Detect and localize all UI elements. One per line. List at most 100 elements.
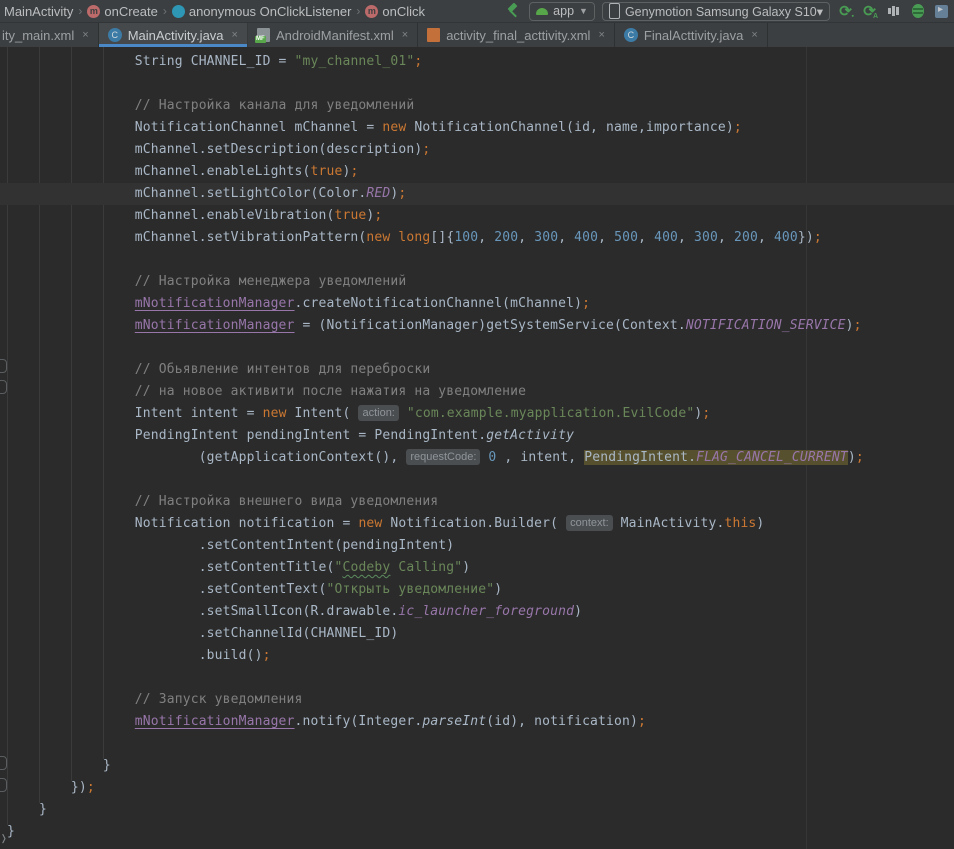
breadcrumb-label: onCreate: [104, 4, 157, 19]
run-configuration-select[interactable]: app ▼: [529, 2, 595, 21]
code-token: // Настройка менеджера уведомлений: [135, 274, 407, 289]
code-line: // на новое активити после нажатия на ув…: [0, 381, 954, 403]
apply-code-changes-button[interactable]: ⟳A: [861, 3, 878, 20]
code-token: // Запуск уведомления: [135, 692, 303, 707]
breadcrumb-separator-icon: ›: [355, 4, 361, 18]
code-line: (getApplicationContext(), requestCode: 0…: [0, 447, 954, 469]
debug-button[interactable]: [909, 3, 926, 20]
code-token: // Обьявление интентов для переброски: [135, 362, 431, 377]
code-token: ;: [856, 450, 864, 465]
code-token: ;: [263, 648, 271, 663]
editor-tab[interactable]: C FinalActtivity.java ×: [615, 23, 768, 47]
code-token: Notification.Builder(: [382, 516, 566, 531]
code-token: // на новое активити после нажатия на ув…: [135, 384, 526, 399]
code-line: // Настройка канала для уведомлений: [0, 95, 954, 117]
code-editor[interactable]: ❭ String CHANNEL_ID = "my_channel_01"; /…: [0, 47, 954, 849]
code-token: }): [71, 780, 87, 795]
code-token: long: [398, 230, 430, 245]
code-token: ): [462, 560, 470, 575]
device-label: Genymotion Samsung Galaxy S10▾: [625, 4, 823, 19]
class-file-icon: C: [624, 28, 638, 42]
profiler-button[interactable]: [885, 3, 902, 20]
tab-close-icon[interactable]: ×: [402, 29, 408, 41]
code-token: }): [798, 230, 814, 245]
breadcrumb-label: onClick: [382, 4, 425, 19]
tab-close-icon[interactable]: ×: [82, 29, 88, 41]
code-token: ): [848, 450, 856, 465]
code-token: .setSmallIcon(R.drawable.: [199, 604, 399, 619]
tab-close-icon[interactable]: ×: [598, 29, 604, 41]
android-studio-window: { "colors":{"toolbar_bg":"#3C3F41","edit…: [0, 0, 954, 849]
code-token: PendingIntent pendingIntent = PendingInt…: [135, 428, 486, 443]
code-token: .setChannelId(CHANNEL_ID): [199, 626, 399, 641]
code-token: ;: [414, 54, 422, 69]
code-token: ;: [374, 208, 382, 223]
code-token: 400: [654, 230, 678, 245]
breadcrumb-item[interactable]: MainActivity: [2, 4, 75, 19]
code-token: ;: [638, 714, 646, 729]
code-token: ,: [718, 230, 734, 245]
code-token: (getApplicationContext(),: [199, 450, 407, 465]
tab-close-icon[interactable]: ×: [751, 29, 757, 41]
code-token: 500: [614, 230, 638, 245]
code-token: 100: [454, 230, 478, 245]
code-token: mChannel.setVibrationPattern(: [135, 230, 367, 245]
code-token: new: [382, 120, 406, 135]
editor-tab[interactable]: CMainActivity.java×: [99, 23, 248, 47]
bug-icon: [912, 4, 924, 18]
code-token: MainActivity.: [613, 516, 725, 531]
run-toolbar: app ▼ Genymotion Samsung Galaxy S10▾ ⟳▪ …: [506, 2, 950, 21]
android-icon: [536, 8, 548, 15]
code-token: ;: [854, 318, 862, 333]
code-token: Calling": [390, 560, 462, 575]
code-line: // Настройка менеджера уведомлений: [0, 271, 954, 293]
code-token: ;: [734, 120, 742, 135]
tab-close-icon[interactable]: ×: [232, 29, 238, 41]
run-configuration-label: app: [553, 4, 574, 18]
code-token: Codeby: [342, 560, 390, 575]
breadcrumb-item[interactable]: m onCreate: [85, 4, 159, 19]
breadcrumb-item[interactable]: monClick: [363, 4, 427, 19]
class-file-icon: C: [108, 28, 122, 42]
code-token: ): [756, 516, 764, 531]
editor-tab[interactable]: activity_final_acttivity.xml×: [418, 23, 615, 47]
code-token: 400: [574, 230, 598, 245]
code-token: , intent,: [496, 450, 584, 465]
code-token: .createNotificationChannel(mChannel): [295, 296, 583, 311]
code-line: .setContentTitle("Codeby Calling"): [0, 557, 954, 579]
phone-icon: [609, 3, 620, 19]
code-line: Notification notification = new Notifica…: [0, 513, 954, 535]
code-line: }: [0, 821, 954, 843]
editor-tab[interactable]: ity_main.xml×: [0, 23, 99, 47]
code-token: ic_launcher_foreground: [398, 604, 574, 619]
code-token: ;: [422, 142, 430, 157]
rerun-activity-button[interactable]: ⟳▪: [837, 3, 854, 20]
tab-label: FinalActtivity.java: [644, 28, 743, 43]
build-hammer-icon[interactable]: [506, 3, 522, 19]
breadcrumb: MainActivity›monCreate›anonymous OnClick…: [2, 4, 427, 19]
code-token: ,: [758, 230, 774, 245]
code-token: new: [366, 230, 390, 245]
parameter-hint: context:: [566, 515, 613, 531]
method-icon: m: [87, 5, 100, 18]
code-line: NotificationChannel mChannel = new Notif…: [0, 117, 954, 139]
code-token: ,: [598, 230, 614, 245]
code-token: "com.example.myapplication.EvilCode": [407, 406, 695, 421]
breadcrumb-item[interactable]: anonymous OnClickListener: [170, 4, 354, 19]
code-token: ,: [678, 230, 694, 245]
code-token: ;: [582, 296, 590, 311]
device-select[interactable]: Genymotion Samsung Galaxy S10▾: [602, 2, 830, 21]
code-token: .setContentText(: [199, 582, 327, 597]
manifest-file-icon: MF: [257, 28, 270, 42]
attach-debugger-button[interactable]: [933, 3, 950, 20]
code-token: 200: [494, 230, 518, 245]
code-token: // Настройка канала для уведомлений: [135, 98, 415, 113]
editor-tab[interactable]: MFAndroidManifest.xml×: [248, 23, 418, 47]
code-token: RED: [366, 186, 390, 201]
code-line: mNotificationManager.createNotificationC…: [0, 293, 954, 315]
code-token: mNotificationManager: [135, 318, 295, 333]
code-token: []{: [430, 230, 454, 245]
code-line: mChannel.setDescription(description);: [0, 139, 954, 161]
code-token: ;: [814, 230, 822, 245]
code-area: String CHANNEL_ID = "my_channel_01"; // …: [0, 51, 954, 843]
